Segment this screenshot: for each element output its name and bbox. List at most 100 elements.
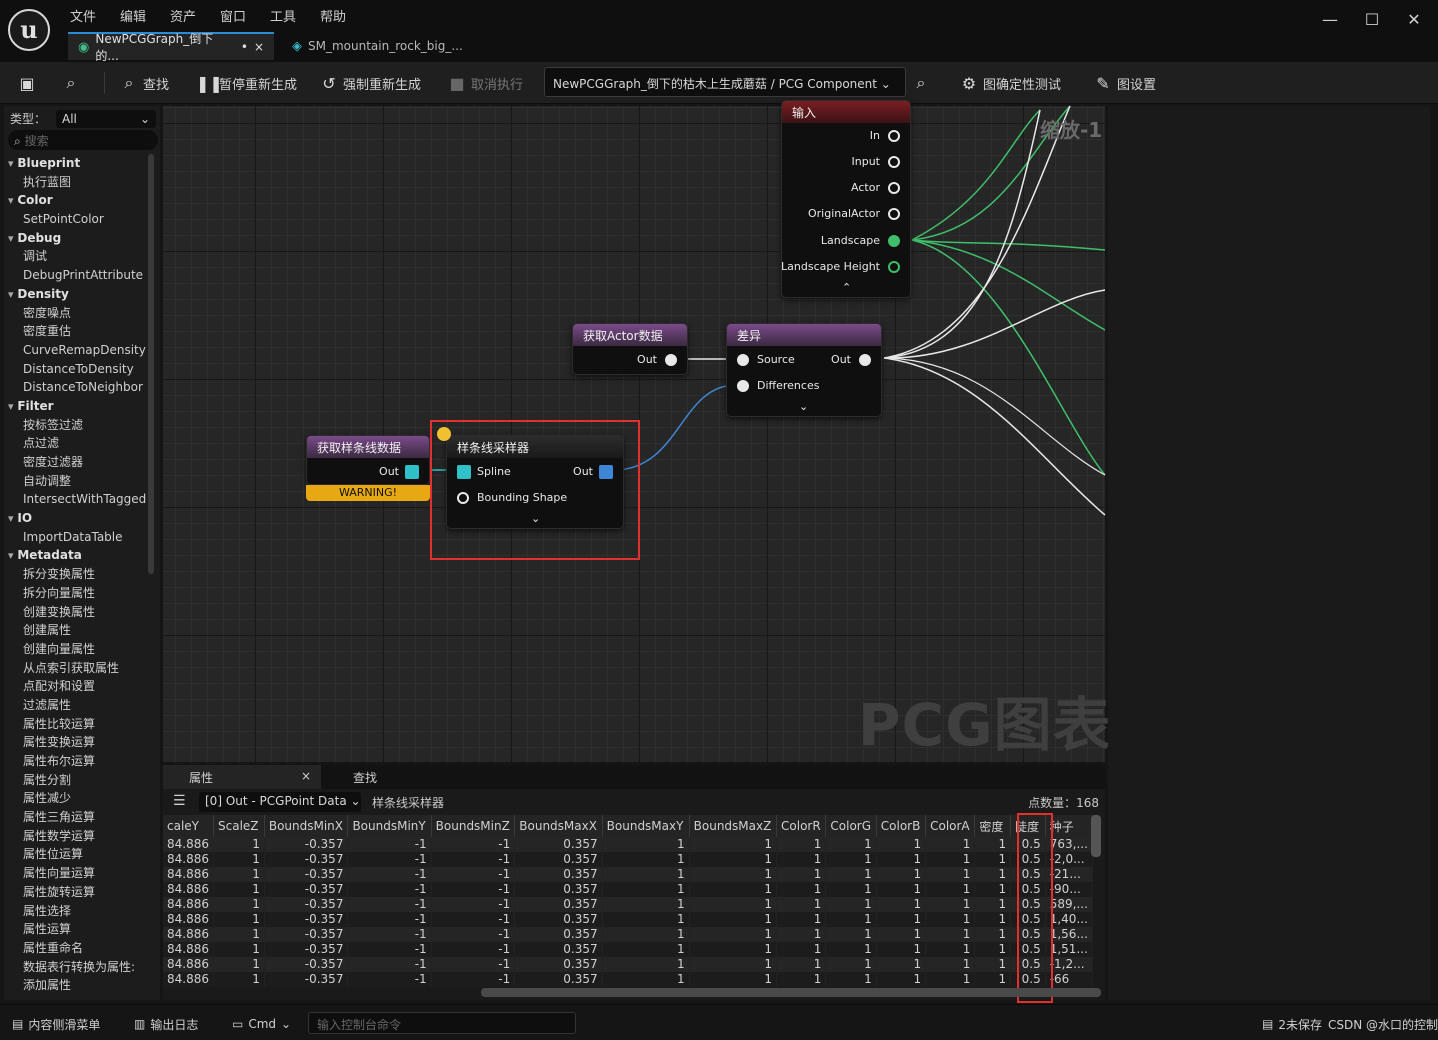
tab-attributes[interactable]: 属性 × — [163, 765, 321, 789]
table-cell: 1 — [602, 912, 690, 927]
table-row[interactable]: 84.886 1 -0.357 -1 -1 0.357 1 1 1 1 1 1 1 0.5 1,40... — [163, 912, 1093, 927]
table-cell: -1 — [347, 897, 432, 912]
table-row[interactable]: 84.886 1 -0.357 -1 -1 0.357 1 1 1 1 1 1 1 0.5 1,51... — [163, 942, 1093, 957]
content-drawer-icon: ▤ — [12, 1017, 24, 1031]
table-cell: 84.886 — [163, 927, 214, 942]
attribute-list-panel: 属性 × 查找 ☰ [0] Out - PCGPoint Data ⌄ 样条线采… — [163, 765, 1105, 1000]
table-cell: -0.357 — [264, 957, 349, 972]
pin-out[interactable] — [859, 354, 871, 366]
pin-label: Landscape Height — [781, 260, 880, 273]
table-row[interactable]: 84.886 1 -0.357 -1 -1 0.357 1 1 1 1 1 1 1 0.5 -2,0... — [163, 852, 1093, 867]
source-control-button[interactable]: CSDN @水口的控制 — [1328, 1013, 1438, 1035]
pin-source[interactable] — [737, 354, 749, 366]
table-cell: 1 — [776, 942, 827, 957]
table-cell: 1 — [776, 972, 827, 987]
table-cell: 1 — [825, 882, 877, 897]
table-cell: 1 — [689, 912, 778, 927]
table-cell: 1 — [213, 867, 265, 882]
input-node[interactable]: 输入 In Input Actor OriginalActor Landscap… — [781, 100, 911, 298]
table-cell: 1 — [213, 837, 265, 852]
table-cell: 1 — [876, 837, 927, 852]
column-header[interactable]: BoundsMinZ — [431, 815, 516, 837]
get-spline-data-node[interactable]: 获取样条线数据 Out — [306, 435, 430, 485]
table-cell: 0.357 — [514, 927, 603, 942]
filter-icon[interactable]: ☰ — [173, 793, 186, 809]
table-cell: 1 — [825, 837, 877, 852]
table-cell: 1 — [602, 837, 690, 852]
table-cell: 1 — [925, 912, 976, 927]
pin-differences[interactable] — [737, 380, 749, 392]
table-cell: 1 — [213, 957, 265, 972]
table-vertical-scrollbar[interactable] — [1091, 815, 1101, 857]
column-header[interactable]: caleY — [163, 815, 214, 837]
column-header[interactable]: BoundsMaxX — [514, 815, 603, 837]
pin-label: Differences — [757, 379, 820, 392]
table-cell: 0.357 — [514, 972, 603, 987]
chevron-down-icon[interactable]: ⌄ — [799, 400, 808, 413]
table-cell: 1 — [825, 957, 877, 972]
table-cell: -0.357 — [264, 867, 349, 882]
column-header[interactable]: ColorR — [776, 815, 827, 837]
column-header[interactable]: BoundsMaxY — [602, 815, 690, 837]
column-header[interactable]: ColorB — [876, 815, 927, 837]
table-cell: 1 — [689, 957, 778, 972]
table-cell: 1 — [925, 882, 976, 897]
node-title: 输入 — [782, 101, 910, 123]
pin-input[interactable] — [888, 156, 900, 168]
table-cell: -0.357 — [264, 927, 349, 942]
table-cell: 1 — [925, 837, 976, 852]
table-cell: 1 — [776, 912, 827, 927]
table-cell: 1 — [876, 957, 927, 972]
cmd-select[interactable]: ▭ Cmd ⌄ — [232, 1013, 291, 1035]
selection-highlight — [430, 420, 640, 560]
column-header[interactable]: ScaleZ — [213, 815, 265, 837]
table-row[interactable]: 84.886 1 -0.357 -1 -1 0.357 1 1 1 1 1 1 1 0.5 1,56... — [163, 927, 1093, 942]
pin-in[interactable] — [888, 130, 900, 142]
difference-node[interactable]: 差异 Source Out Differences ⌄ — [726, 323, 882, 417]
table-cell: 1 — [825, 852, 877, 867]
pin-actor[interactable] — [888, 182, 900, 194]
table-cell: 0.357 — [514, 957, 603, 972]
content-drawer-label: 内容侧滑菜单 — [28, 1017, 101, 1032]
column-header[interactable]: ColorA — [925, 815, 976, 837]
console-input[interactable]: 输入控制台命令 — [308, 1012, 576, 1034]
table-cell: 1 — [776, 957, 827, 972]
table-cell: 1 — [925, 867, 976, 882]
pin-landscape[interactable] — [888, 235, 900, 247]
spline-data-pin-icon[interactable] — [405, 465, 419, 479]
tab-find[interactable]: 查找 — [327, 765, 403, 789]
terminal-icon: ▭ — [232, 1017, 244, 1031]
column-header[interactable]: ColorG — [825, 815, 877, 837]
chevron-up-icon[interactable]: ⌃ — [842, 281, 851, 294]
pin-original-actor[interactable] — [888, 208, 900, 220]
table-cell: -1 — [347, 912, 432, 927]
source-control-label: CSDN @水口的控制 — [1328, 1017, 1438, 1032]
table-cell: 1 — [776, 927, 827, 942]
table-cell: 1 — [825, 927, 877, 942]
output-log-button[interactable]: ▥ 输出日志 — [134, 1013, 198, 1035]
table-row[interactable]: 84.886 1 -0.357 -1 -1 0.357 1 1 1 1 1 1 1 0.5 -21... — [163, 867, 1093, 882]
table-cell: 0.357 — [514, 867, 603, 882]
table-horizontal-scrollbar[interactable] — [481, 988, 1101, 997]
table-row[interactable]: 84.886 1 -0.357 -1 -1 0.357 1 1 1 1 1 1 1 0.5 -90... — [163, 882, 1093, 897]
pin-landscape-height[interactable] — [888, 261, 900, 273]
table-row[interactable]: 84.886 1 -0.357 -1 -1 0.357 1 1 1 1 1 1 1 0.5 589,... — [163, 897, 1093, 912]
close-icon[interactable]: × — [301, 769, 311, 783]
column-header[interactable]: BoundsMinX — [264, 815, 349, 837]
pin-out[interactable] — [665, 354, 677, 366]
get-actor-data-node[interactable]: 获取Actor数据 Out — [572, 323, 688, 375]
node-title: 获取Actor数据 — [573, 324, 687, 346]
column-header[interactable]: 密度 — [974, 815, 1012, 837]
zoom-level: 缩放-1 — [1040, 118, 1103, 142]
table-cell: 1 — [689, 897, 778, 912]
content-drawer-button[interactable]: ▤ 内容侧滑菜单 — [12, 1013, 100, 1035]
column-header[interactable]: BoundsMinY — [347, 815, 432, 837]
column-header[interactable]: BoundsMaxZ — [689, 815, 778, 837]
table-row[interactable]: 84.886 1 -0.357 -1 -1 0.357 1 1 1 1 1 1 1 0.5 -66 — [163, 972, 1093, 987]
table-cell: 1 — [974, 942, 1012, 957]
table-row[interactable]: 84.886 1 -0.357 -1 -1 0.357 1 1 1 1 1 1 1 0.5 -1,2... — [163, 957, 1093, 972]
output-select[interactable]: [0] Out - PCGPoint Data ⌄ — [199, 792, 361, 812]
table-row[interactable]: 84.886 1 -0.357 -1 -1 0.357 1 1 1 1 1 1 1 0.5 763,... — [163, 837, 1093, 852]
unsaved-button[interactable]: ▤ 2未保存 — [1262, 1013, 1322, 1035]
console-placeholder: 输入控制台命令 — [317, 1018, 402, 1032]
